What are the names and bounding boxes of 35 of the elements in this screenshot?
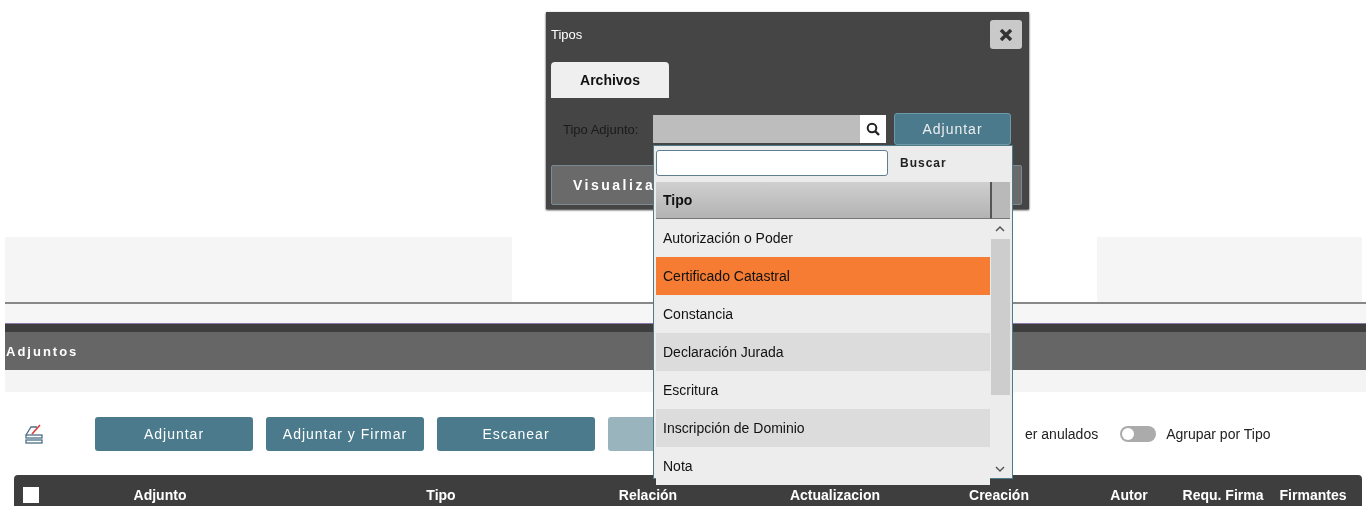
column-header[interactable]: Actualizacion	[789, 487, 881, 503]
select-all-checkbox[interactable]	[23, 487, 39, 503]
edit-icon[interactable]	[24, 422, 44, 447]
list-item[interactable]: Certificado Catastral	[656, 257, 990, 295]
close-icon	[999, 28, 1013, 41]
section-title: Adjuntos	[6, 343, 79, 359]
close-button[interactable]	[990, 20, 1022, 49]
list-item[interactable]: Inscripción de Dominio	[656, 409, 990, 447]
attach-button[interactable]: Adjuntar	[894, 113, 1011, 145]
scroll-down-icon[interactable]	[995, 466, 1005, 473]
search-field[interactable]	[656, 150, 888, 176]
search-button[interactable]: Buscar	[900, 156, 947, 170]
toolbar-button[interactable]: Adjuntar	[95, 416, 253, 451]
column-header[interactable]: Relación	[618, 487, 678, 503]
column-header[interactable]: Creación	[969, 487, 1029, 503]
scrollbar-thumb[interactable]	[991, 239, 1010, 395]
type-field[interactable]	[653, 115, 860, 143]
dialog-title: Tipos	[551, 27, 583, 42]
column-header[interactable]: Adjunto	[133, 487, 187, 503]
scroll-up-icon[interactable]	[995, 225, 1005, 232]
search-icon	[866, 122, 880, 136]
header-cell	[992, 182, 1010, 219]
column-header[interactable]: Tipo	[426, 487, 456, 503]
toggle-label: er anulados	[1025, 425, 1099, 442]
column-header[interactable]: Tipo	[656, 182, 992, 219]
column-header[interactable]: Firmantes	[1279, 487, 1347, 503]
toggle-switch[interactable]	[1120, 425, 1157, 442]
list-item[interactable]: Declaración Jurada	[656, 333, 990, 371]
search-button[interactable]	[860, 115, 886, 143]
toolbar-button[interactable]: Adjuntar y Firmar	[266, 416, 424, 451]
column-header[interactable]: Requ. Firma	[1182, 487, 1264, 503]
toggle-label: Agrupar por Tipo	[1166, 425, 1271, 442]
toolbar-button[interactable]: Escanear	[437, 416, 595, 451]
tab[interactable]: Archivos	[551, 62, 669, 98]
column-header[interactable]: Autor	[1110, 487, 1148, 503]
